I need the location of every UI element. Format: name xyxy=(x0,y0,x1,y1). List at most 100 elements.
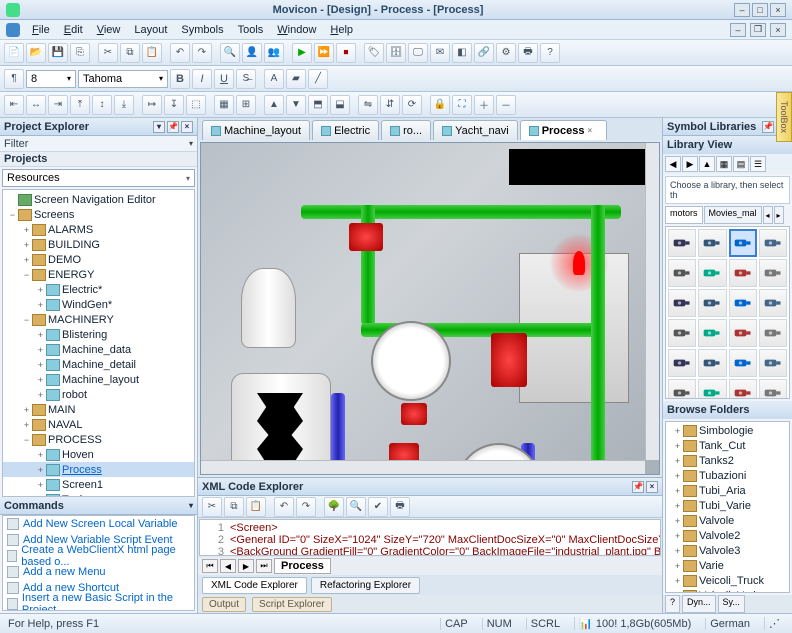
folder-node[interactable]: +Valvole3 xyxy=(668,544,787,559)
xml-close-icon[interactable]: × xyxy=(646,481,658,493)
tag-button[interactable]: 🏷 xyxy=(364,43,384,63)
folder-node[interactable]: +Veicoli_Vari xyxy=(668,589,787,594)
tree-node[interactable]: +robot xyxy=(3,387,194,402)
tree-node[interactable]: +Electric* xyxy=(3,282,194,297)
italic-button[interactable]: I xyxy=(192,69,212,89)
align-bottom-button[interactable]: ⤓ xyxy=(114,95,134,115)
grid-button[interactable]: ▦ xyxy=(214,95,234,115)
lib-back-button[interactable]: ◀ xyxy=(665,156,681,172)
xml-pin-icon[interactable]: 📌 xyxy=(632,481,644,493)
lib-list-button[interactable]: ☰ xyxy=(750,156,766,172)
doc-tab[interactable]: ro... xyxy=(381,120,431,140)
xml-prev-button[interactable]: ◀ xyxy=(220,559,236,573)
folder-node[interactable]: +Varie xyxy=(668,559,787,574)
folder-node[interactable]: +Tanks2 xyxy=(668,454,787,469)
symbol-thumb[interactable] xyxy=(759,259,787,287)
symbol-thumb[interactable] xyxy=(759,349,787,377)
menu-tools[interactable]: Tools xyxy=(232,22,270,38)
align-left-button[interactable]: ⇤ xyxy=(4,95,24,115)
xml-cut-button[interactable]: ✂ xyxy=(202,497,222,517)
help-button[interactable]: ? xyxy=(540,43,560,63)
save-button[interactable]: 💾 xyxy=(48,43,68,63)
symbol-thumb[interactable] xyxy=(759,229,787,257)
command-item[interactable]: Add New Screen Local Variable xyxy=(3,516,194,532)
project-tree[interactable]: Screen Navigation Editor−Screens+ALARMS+… xyxy=(2,189,195,497)
linecolor-button[interactable]: ╱ xyxy=(308,69,328,89)
symbol-thumb[interactable] xyxy=(729,319,757,347)
tree-node[interactable]: +Process xyxy=(3,462,194,477)
symbol-thumb[interactable] xyxy=(729,229,757,257)
paste-button[interactable]: 📋 xyxy=(142,43,162,63)
xml-next-button[interactable]: ▶ xyxy=(238,559,254,573)
menu-window[interactable]: Window xyxy=(271,22,322,38)
symbol-thumb[interactable] xyxy=(759,289,787,317)
doc-tab[interactable]: Yacht_navi xyxy=(433,120,518,140)
xml-copy-button[interactable]: ⧉ xyxy=(224,497,244,517)
underline-button[interactable]: U xyxy=(214,69,234,89)
undo-button[interactable]: ↶ xyxy=(170,43,190,63)
xml-tree-button[interactable]: 🌳 xyxy=(324,497,344,517)
lock-button[interactable]: 🔒 xyxy=(430,95,450,115)
xml-nav-tab[interactable]: Process xyxy=(274,558,331,574)
zoom-out-button[interactable]: － xyxy=(496,95,516,115)
libtab-movies[interactable]: Movies_mal xyxy=(704,206,762,224)
xml-print-button[interactable]: 🖶 xyxy=(390,497,410,517)
doc-tab[interactable]: Electric xyxy=(312,120,379,140)
same-height-button[interactable]: ↧ xyxy=(164,95,184,115)
tree-node[interactable]: +Hoven xyxy=(3,447,194,462)
find-button[interactable]: 🔍 xyxy=(220,43,240,63)
symbol-thumb[interactable] xyxy=(698,289,726,317)
tab-xml-code-explorer[interactable]: XML Code Explorer xyxy=(202,577,307,594)
symbol-thumb[interactable] xyxy=(698,379,726,399)
symbol-thumb[interactable] xyxy=(729,349,757,377)
symbol-thumb[interactable] xyxy=(668,229,696,257)
tree-node[interactable]: +WindGen* xyxy=(3,297,194,312)
symbol-thumb[interactable] xyxy=(729,379,757,399)
symbol-thumb[interactable] xyxy=(729,259,757,287)
pe-dropdown-icon[interactable]: ▾ xyxy=(153,121,165,133)
folder-node[interactable]: +Valvole xyxy=(668,514,787,529)
tree-node[interactable]: −ENERGY xyxy=(3,267,194,282)
users-button[interactable]: 👥 xyxy=(264,43,284,63)
mdi-close-button[interactable]: × xyxy=(770,23,786,37)
flip-h-button[interactable]: ⇋ xyxy=(358,95,378,115)
lib-small-button[interactable]: ▤ xyxy=(733,156,749,172)
open-button[interactable]: 📂 xyxy=(26,43,46,63)
align-right-button[interactable]: ⇥ xyxy=(48,95,68,115)
rtab-sy[interactable]: Sy... xyxy=(718,595,745,613)
front-button[interactable]: ▲ xyxy=(264,95,284,115)
menu-layout[interactable]: Layout xyxy=(128,22,173,38)
canvas-scroll-h[interactable] xyxy=(201,460,645,474)
menu-view[interactable]: View xyxy=(91,22,127,38)
lib-up-button[interactable]: ▲ xyxy=(699,156,715,172)
align-center-button[interactable]: ↔ xyxy=(26,95,46,115)
browse-folders-tree[interactable]: +Simbologie+Tank_Cut+Tanks2+Tubazioni+Tu… xyxy=(665,421,790,594)
xml-paste-button[interactable]: 📋 xyxy=(246,497,266,517)
libtab-motors[interactable]: motors xyxy=(665,206,703,224)
design-canvas[interactable] xyxy=(200,142,660,475)
folder-node[interactable]: +Valvole2 xyxy=(668,529,787,544)
align-middle-button[interactable]: ↕ xyxy=(92,95,112,115)
screen-button[interactable]: 🖵 xyxy=(408,43,428,63)
fontname-combo[interactable]: Tahoma▾ xyxy=(78,70,168,88)
resources-combo[interactable]: Resources▾ xyxy=(2,169,195,187)
stop-button[interactable]: ⏹ xyxy=(336,43,356,63)
tab-output[interactable]: Output xyxy=(202,597,246,612)
tree-node[interactable]: +Machine_layout xyxy=(3,372,194,387)
symbol-thumb[interactable] xyxy=(698,259,726,287)
pe-close-icon[interactable]: × xyxy=(181,121,193,133)
new-button[interactable]: 📄 xyxy=(4,43,24,63)
zoom-fit-button[interactable]: ⛶ xyxy=(452,95,472,115)
folder-node[interactable]: +Tubazioni xyxy=(668,469,787,484)
symbol-thumb[interactable] xyxy=(668,349,696,377)
tab-refactoring-explorer[interactable]: Refactoring Explorer xyxy=(311,577,420,594)
fillcolor-button[interactable]: ▰ xyxy=(286,69,306,89)
filter-header[interactable]: Filter▾ xyxy=(0,136,197,152)
close-button[interactable]: × xyxy=(770,3,786,17)
menu-file[interactable]: File xyxy=(26,22,56,38)
maximize-button[interactable]: □ xyxy=(752,3,768,17)
symbol-thumb[interactable] xyxy=(668,379,696,399)
symbol-thumb[interactable] xyxy=(668,259,696,287)
menu-help[interactable]: Help xyxy=(324,22,359,38)
para-button[interactable]: ¶ xyxy=(4,69,24,89)
